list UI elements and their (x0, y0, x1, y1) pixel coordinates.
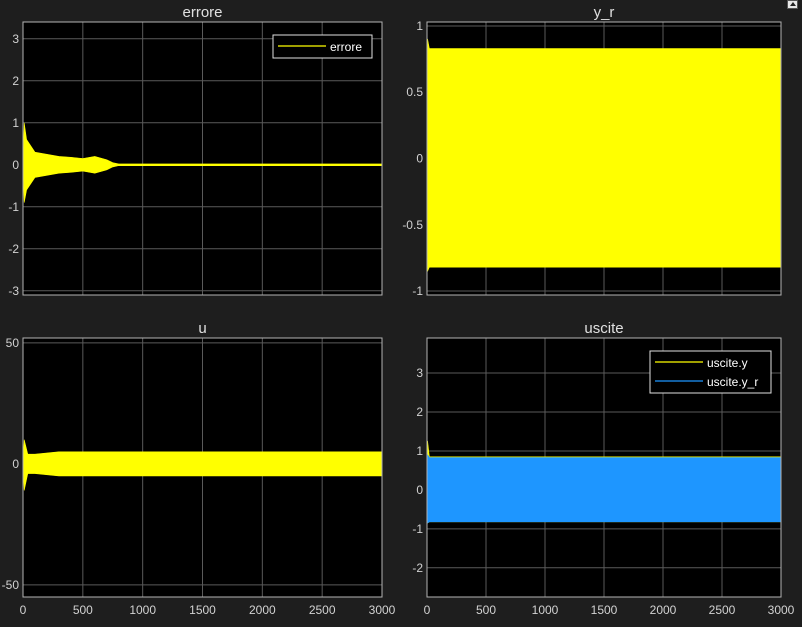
y-tick-label: 3 (12, 32, 19, 46)
x-tick-label: 3000 (369, 603, 396, 617)
y-tick-label: -50 (2, 578, 20, 592)
y-tick-label: 0 (416, 483, 423, 497)
legend-label: uscite.y (707, 356, 748, 370)
chart-title: errore (182, 4, 222, 21)
chart-title: u (198, 320, 206, 337)
y-tick-label: -2 (8, 242, 19, 256)
x-tick-label: 2500 (709, 603, 736, 617)
chart-title: y_r (594, 4, 615, 21)
axes-1: y_r 1 0.5 0 -0.5 -1 (402, 4, 782, 298)
x-tick-label: 500 (73, 603, 93, 617)
y-tick-label: 50 (6, 336, 20, 350)
x-tick-label: 1500 (189, 603, 216, 617)
axes-0: errore 3 2 1 0 -1 -2 -3 errore (8, 4, 383, 298)
legend-label: errore (330, 40, 362, 54)
y-tick-label: -1 (412, 284, 423, 298)
series-uscite-y-r (426, 454, 782, 524)
x-tick-label: 1000 (129, 603, 156, 617)
legend[interactable]: errore (272, 34, 373, 59)
y-tick-label: 0 (416, 152, 423, 166)
y-tick-label: 0 (12, 158, 19, 172)
y-tick-label: 3 (416, 366, 423, 380)
series-y-r (426, 38, 782, 272)
x-tick-label: 0 (20, 603, 27, 617)
y-tick-label: 1 (416, 444, 423, 458)
x-tick-label: 2500 (309, 603, 336, 617)
x-tick-label: 0 (424, 603, 431, 617)
axes-3: uscite 3 2 1 0 -1 -2 0 500 1000 1500 2000 2500 3000 us… (412, 320, 794, 617)
y-tick-label: 2 (12, 74, 19, 88)
legend-label: uscite.y_r (707, 375, 758, 389)
y-tick-label: -3 (8, 284, 19, 298)
chart-title: uscite (584, 320, 623, 337)
axes-2: u500-500 500 1000 1500 2000 2500 3000 (2, 320, 396, 617)
x-tick-label: 2000 (249, 603, 276, 617)
y-tick-label: -1 (412, 522, 423, 536)
legend[interactable]: uscite.y uscite.y_r (649, 350, 772, 394)
x-tick-label: 500 (476, 603, 496, 617)
y-tick-label: 0.5 (406, 85, 423, 99)
y-tick-label: 0 (12, 457, 19, 471)
plots-canvas: errore3210-1-2-3errorey_r10.50-0.5-1u500… (2, 4, 795, 617)
y-tick-label: 1 (12, 116, 19, 130)
x-tick-label: 1500 (591, 603, 618, 617)
y-tick-label: 2 (416, 405, 423, 419)
x-tick-label: 1000 (532, 603, 559, 617)
x-tick-label: 3000 (768, 603, 795, 617)
y-tick-label: -1 (8, 200, 19, 214)
x-tick-label: 2000 (650, 603, 677, 617)
y-tick-label: -2 (412, 561, 423, 575)
y-tick-label: 1 (416, 19, 423, 33)
scope-window: errore 3 2 1 0 -1 -2 -3 errore y_r 1 0.5 0 -0.5 -1 u 50 0… (0, 0, 802, 622)
undock-icon[interactable] (787, 0, 798, 9)
y-tick-label: -0.5 (402, 218, 423, 232)
